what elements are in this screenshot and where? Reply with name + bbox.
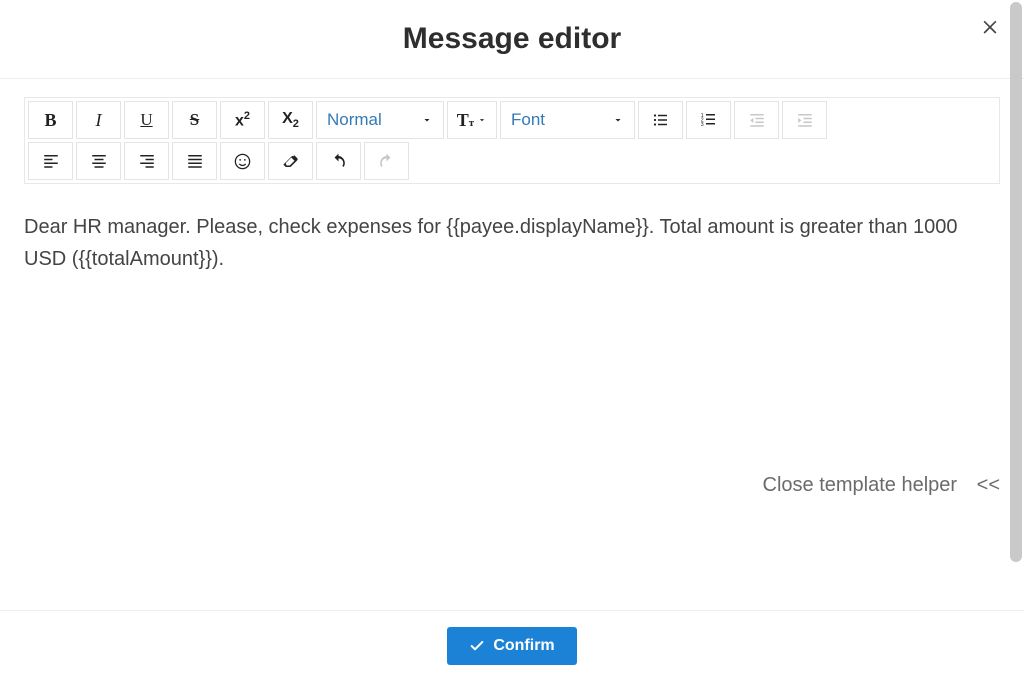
- chevron-down-icon: [612, 114, 624, 126]
- confirm-button[interactable]: Confirm: [447, 627, 576, 665]
- superscript-icon: x2: [235, 110, 250, 130]
- svg-text:1: 1: [700, 113, 703, 119]
- font-family-value: Font: [511, 110, 545, 130]
- toolbar-row-2: [28, 142, 996, 180]
- unordered-list-button[interactable]: [638, 101, 683, 139]
- scrollbar-thumb[interactable]: [1010, 2, 1022, 562]
- align-right-icon: [138, 152, 156, 170]
- undo-icon: [329, 152, 348, 171]
- unordered-list-icon: [652, 111, 670, 129]
- ordered-list-button[interactable]: 123: [686, 101, 731, 139]
- check-icon: [469, 638, 485, 654]
- strikethrough-icon: S: [190, 110, 199, 130]
- modal-header: Message editor: [0, 0, 1024, 79]
- message-editor-modal: Message editor B I U S x2: [0, 0, 1024, 681]
- template-helper-toggle-row: Close template helper <<: [0, 474, 1024, 497]
- superscript-button[interactable]: x2: [220, 101, 265, 139]
- modal-title: Message editor: [403, 22, 621, 55]
- italic-button[interactable]: I: [76, 101, 121, 139]
- paragraph-format-value: Normal: [327, 110, 382, 130]
- toolbar: B I U S x2 X2 Normal: [24, 97, 1000, 184]
- undo-button[interactable]: [316, 142, 361, 180]
- outdent-icon: [748, 111, 766, 129]
- align-right-button[interactable]: [124, 142, 169, 180]
- chevron-left-double-icon[interactable]: <<: [977, 474, 1000, 497]
- font-family-select[interactable]: Font: [500, 101, 635, 139]
- align-left-icon: [42, 152, 60, 170]
- editor-area: B I U S x2 X2 Normal: [0, 79, 1024, 474]
- chevron-down-icon: [421, 114, 433, 126]
- emoji-button[interactable]: [220, 142, 265, 180]
- italic-icon: I: [96, 110, 102, 131]
- align-center-button[interactable]: [76, 142, 121, 180]
- redo-button[interactable]: [364, 142, 409, 180]
- align-justify-icon: [186, 152, 204, 170]
- close-button[interactable]: [980, 16, 1000, 36]
- align-center-icon: [90, 152, 108, 170]
- font-size-button[interactable]: Tᴛ: [447, 101, 497, 139]
- align-justify-button[interactable]: [172, 142, 217, 180]
- emoji-icon: [233, 152, 252, 171]
- outdent-button[interactable]: [734, 101, 779, 139]
- indent-button[interactable]: [782, 101, 827, 139]
- paragraph-format-select[interactable]: Normal: [316, 101, 444, 139]
- bold-icon: B: [44, 110, 56, 131]
- redo-icon: [377, 152, 396, 171]
- svg-text:2: 2: [700, 118, 703, 124]
- subscript-button[interactable]: X2: [268, 101, 313, 139]
- ordered-list-icon: 123: [700, 111, 718, 129]
- editor-content[interactable]: Dear HR manager. Please, check expenses …: [24, 184, 1000, 474]
- editor-text: Dear HR manager. Please, check expenses …: [24, 216, 958, 270]
- font-size-icon: Tᴛ: [457, 110, 474, 131]
- chevron-down-icon: [477, 115, 487, 125]
- eraser-icon: [281, 152, 300, 171]
- subscript-icon: X2: [282, 110, 299, 130]
- underline-button[interactable]: U: [124, 101, 169, 139]
- scrollbar[interactable]: [1010, 2, 1022, 562]
- strikethrough-button[interactable]: S: [172, 101, 217, 139]
- align-left-button[interactable]: [28, 142, 73, 180]
- close-template-helper-link[interactable]: Close template helper: [763, 474, 958, 496]
- indent-icon: [796, 111, 814, 129]
- close-icon: [980, 16, 1000, 36]
- eraser-button[interactable]: [268, 142, 313, 180]
- modal-footer: Confirm: [0, 610, 1024, 681]
- underline-icon: U: [140, 110, 152, 130]
- bold-button[interactable]: B: [28, 101, 73, 139]
- svg-text:3: 3: [700, 122, 703, 128]
- toolbar-row-1: B I U S x2 X2 Normal: [28, 101, 996, 139]
- confirm-button-label: Confirm: [493, 637, 554, 655]
